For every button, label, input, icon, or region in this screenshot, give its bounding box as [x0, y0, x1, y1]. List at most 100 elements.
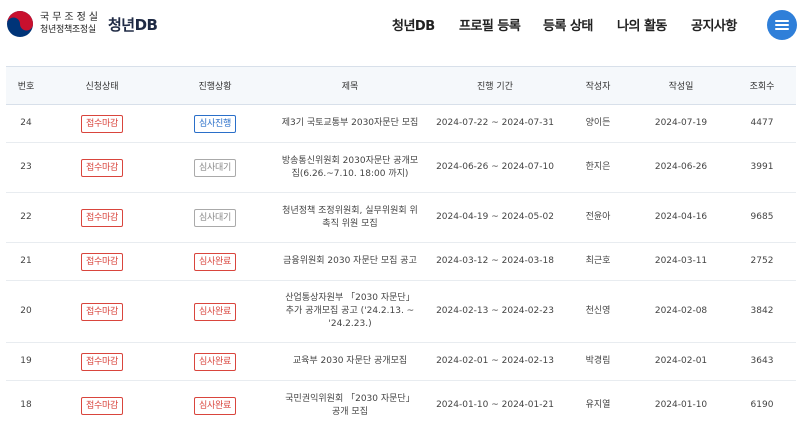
title-cell[interactable]: 청년정책 조정위원회, 실무위원회 위촉직 위원 모집 — [272, 192, 428, 243]
title-cell[interactable]: 교육부 2030 자문단 공개모집 — [272, 342, 428, 381]
progress-status-cell: 심사완료 — [158, 242, 272, 281]
progress-status-badge[interactable]: 심사진행 — [194, 114, 236, 133]
post-title-link[interactable]: 제3기 국토교통부 2030자문단 모집 — [282, 117, 419, 130]
progress-status-badge[interactable]: 심사대기 — [194, 208, 236, 227]
site-header: 국무조정실 청년정책조정실 청년DB 청년DB 프로필 등록 등록 상태 나의 … — [0, 0, 800, 50]
date-cell: 2024-06-26 — [634, 142, 728, 193]
period-cell: 2024-02-01 ~ 2024-02-13 — [428, 342, 562, 381]
apply-status-badge[interactable]: 접수마감 — [81, 208, 123, 227]
column-header-apply-status[interactable]: 신청상태 — [46, 66, 158, 105]
row-number: 24 — [6, 104, 46, 143]
nav-my-activity[interactable]: 나의 활동 — [617, 15, 667, 34]
post-title-link[interactable]: 국민권익위원회 「2030 자문단」 공개 모집 — [280, 393, 420, 419]
progress-status-badge[interactable]: 심사완료 — [194, 252, 236, 271]
recruitment-table: 번호 신청상태 진행상황 제목 진행 기간 작성자 작성일 조회수 24 접수마감… — [6, 66, 796, 424]
row-number: 23 — [6, 142, 46, 193]
date-cell: 2024-07-19 — [634, 104, 728, 143]
views-cell: 9685 — [728, 192, 796, 243]
views-cell: 6190 — [728, 380, 796, 424]
nav-notices[interactable]: 공지사항 — [691, 15, 737, 34]
row-number: 21 — [6, 242, 46, 281]
row-number: 19 — [6, 342, 46, 381]
apply-status-cell: 접수마감 — [46, 104, 158, 143]
views-cell: 3643 — [728, 342, 796, 381]
author-cell: 양이든 — [562, 104, 634, 143]
nav-registration-status[interactable]: 등록 상태 — [543, 15, 593, 34]
author-cell: 박경림 — [562, 342, 634, 381]
column-header-date[interactable]: 작성일 — [634, 66, 728, 105]
table-row[interactable]: 18 접수마감 심사완료 국민권익위원회 「2030 자문단」 공개 모집 2024-0… — [6, 380, 796, 424]
views-cell: 3991 — [728, 142, 796, 193]
apply-status-cell: 접수마감 — [46, 342, 158, 381]
progress-status-badge[interactable]: 심사완료 — [194, 396, 236, 415]
apply-status-badge[interactable]: 접수마감 — [81, 158, 123, 177]
table-row[interactable]: 19 접수마감 심사완료 교육부 2030 자문단 공개모집 2024-02-01 ~ … — [6, 342, 796, 381]
period-cell: 2024-01-10 ~ 2024-01-21 — [428, 380, 562, 424]
column-header-progress[interactable]: 진행상황 — [158, 66, 272, 105]
progress-status-badge[interactable]: 심사완료 — [194, 302, 236, 321]
apply-status-cell: 접수마감 — [46, 192, 158, 243]
row-number: 18 — [6, 380, 46, 424]
apply-status-cell: 접수마감 — [46, 142, 158, 193]
apply-status-badge[interactable]: 접수마감 — [81, 252, 123, 271]
apply-status-badge[interactable]: 접수마감 — [81, 114, 123, 133]
nav-profile-register[interactable]: 프로필 등록 — [459, 15, 521, 34]
post-title-link[interactable]: 방송통신위원회 2030자문단 공개모집(6.26.~7.10. 18:00 까… — [280, 155, 420, 181]
table-row[interactable]: 22 접수마감 심사대기 청년정책 조정위원회, 실무위원회 위촉직 위원 모집 202… — [6, 192, 796, 243]
post-title-link[interactable]: 산업통상자원부 「2030 자문단」 추가 공개모집 공고 ('24.2.13.… — [280, 292, 420, 331]
period-cell: 2024-04-19 ~ 2024-05-02 — [428, 192, 562, 243]
main-nav: 청년DB 프로필 등록 등록 상태 나의 활동 공지사항 — [0, 15, 800, 35]
author-cell: 천신영 — [562, 280, 634, 343]
apply-status-badge[interactable]: 접수마감 — [81, 396, 123, 415]
views-cell: 3842 — [728, 280, 796, 343]
date-cell: 2024-02-01 — [634, 342, 728, 381]
table-row[interactable]: 21 접수마감 심사완료 금융위원회 2030 자문단 모집 공고 2024-03-12… — [6, 242, 796, 281]
title-cell[interactable]: 방송통신위원회 2030자문단 공개모집(6.26.~7.10. 18:00 까… — [272, 142, 428, 193]
hamburger-menu-button[interactable] — [767, 10, 797, 40]
apply-status-cell: 접수마감 — [46, 242, 158, 281]
column-header-author[interactable]: 작성자 — [562, 66, 634, 105]
author-cell: 최근호 — [562, 242, 634, 281]
table-row[interactable]: 20 접수마감 심사완료 산업통상자원부 「2030 자문단」 추가 공개모집 공고 … — [6, 280, 796, 343]
table-row[interactable]: 24 접수마감 심사진행 제3기 국토교통부 2030자문단 모집 2024-07-22… — [6, 104, 796, 143]
table-row[interactable]: 23 접수마감 심사대기 방송통신위원회 2030자문단 공개모집(6.26.~7.1… — [6, 142, 796, 193]
author-cell: 한지은 — [562, 142, 634, 193]
apply-status-badge[interactable]: 접수마감 — [81, 352, 123, 371]
date-cell: 2024-04-16 — [634, 192, 728, 243]
post-title-link[interactable]: 청년정책 조정위원회, 실무위원회 위촉직 위원 모집 — [280, 205, 420, 231]
progress-status-cell: 심사완료 — [158, 280, 272, 343]
author-cell: 유지열 — [562, 380, 634, 424]
column-header-views[interactable]: 조회수 — [728, 66, 796, 105]
period-cell: 2024-07-22 ~ 2024-07-31 — [428, 104, 562, 143]
progress-status-cell: 심사대기 — [158, 192, 272, 243]
title-cell[interactable]: 국민권익위원회 「2030 자문단」 공개 모집 — [272, 380, 428, 424]
views-cell: 4477 — [728, 104, 796, 143]
progress-status-cell: 심사대기 — [158, 142, 272, 193]
period-cell: 2024-02-13 ~ 2024-02-23 — [428, 280, 562, 343]
menu-icon-bar — [775, 24, 789, 26]
views-cell: 2752 — [728, 242, 796, 281]
apply-status-badge[interactable]: 접수마감 — [81, 302, 123, 321]
post-title-link[interactable]: 교육부 2030 자문단 공개모집 — [293, 355, 407, 368]
date-cell: 2024-03-11 — [634, 242, 728, 281]
row-number: 22 — [6, 192, 46, 243]
nav-youth-db[interactable]: 청년DB — [392, 15, 435, 34]
menu-icon — [775, 20, 789, 22]
title-cell[interactable]: 산업통상자원부 「2030 자문단」 추가 공개모집 공고 ('24.2.13.… — [272, 280, 428, 343]
title-cell[interactable]: 제3기 국토교통부 2030자문단 모집 — [272, 104, 428, 143]
column-header-period[interactable]: 진행 기간 — [428, 66, 562, 105]
title-cell[interactable]: 금융위원회 2030 자문단 모집 공고 — [272, 242, 428, 281]
column-header-number[interactable]: 번호 — [6, 66, 46, 105]
date-cell: 2024-01-10 — [634, 380, 728, 424]
post-title-link[interactable]: 금융위원회 2030 자문단 모집 공고 — [283, 255, 417, 268]
progress-status-cell: 심사완료 — [158, 342, 272, 381]
apply-status-cell: 접수마감 — [46, 280, 158, 343]
progress-status-cell: 심사완료 — [158, 380, 272, 424]
date-cell: 2024-02-08 — [634, 280, 728, 343]
column-header-title[interactable]: 제목 — [272, 66, 428, 105]
progress-status-cell: 심사진행 — [158, 104, 272, 143]
period-cell: 2024-06-26 ~ 2024-07-10 — [428, 142, 562, 193]
period-cell: 2024-03-12 ~ 2024-03-18 — [428, 242, 562, 281]
progress-status-badge[interactable]: 심사대기 — [194, 158, 236, 177]
progress-status-badge[interactable]: 심사완료 — [194, 352, 236, 371]
